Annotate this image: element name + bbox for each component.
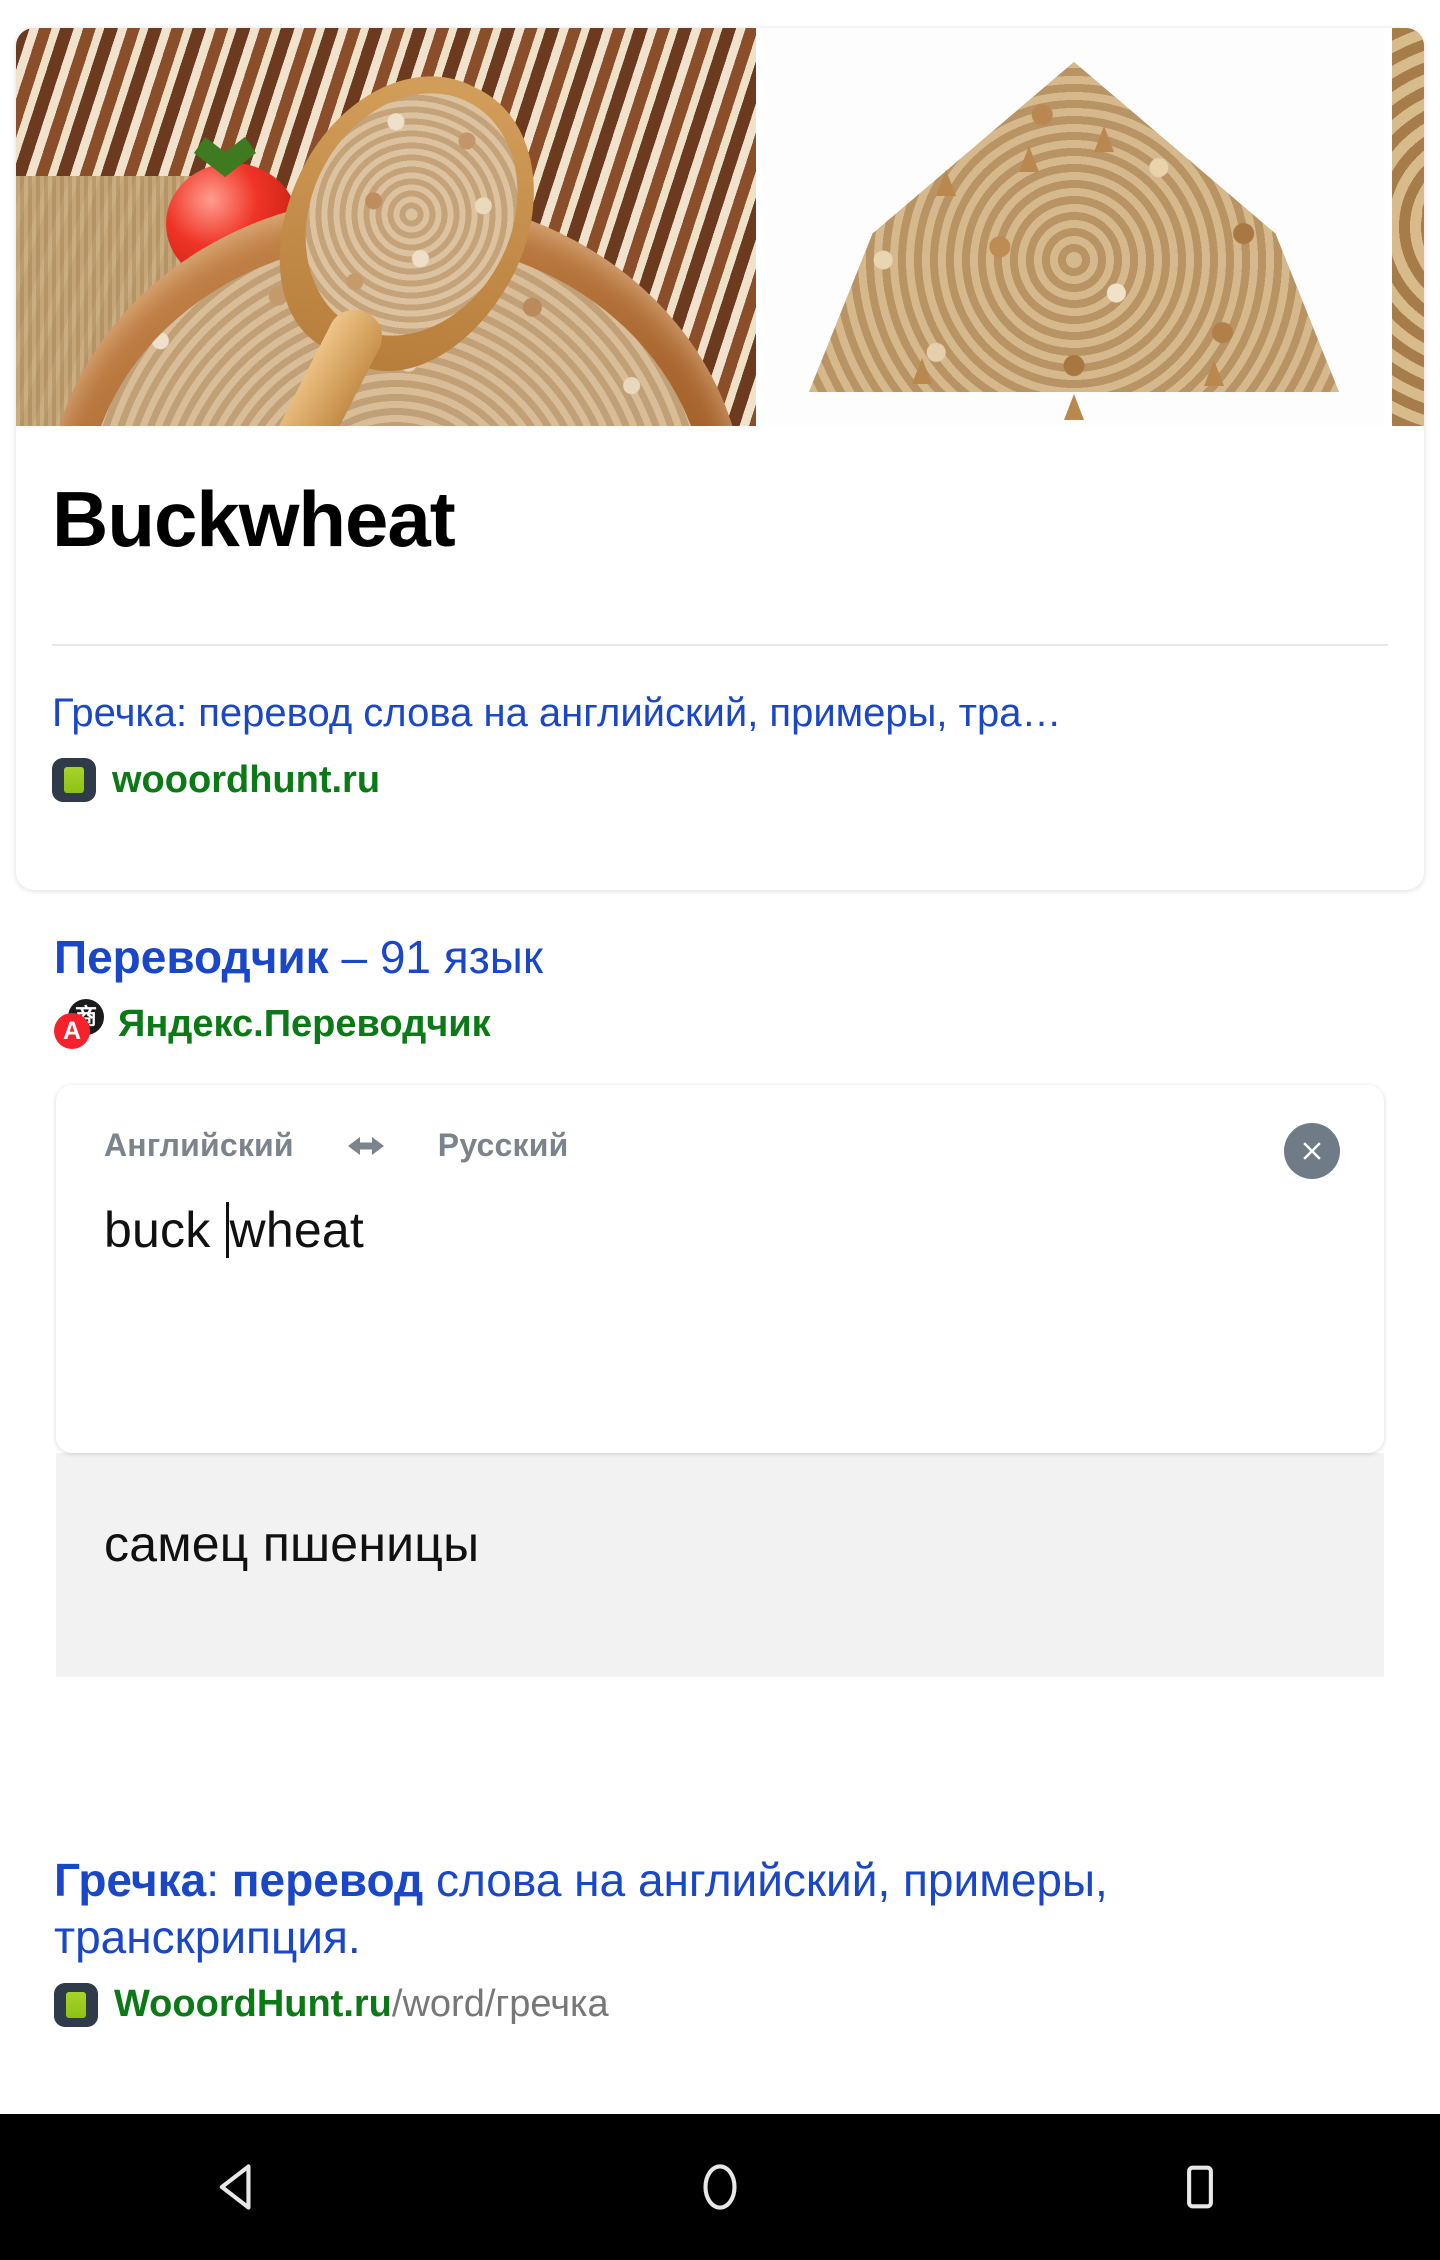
entity-sitename[interactable]: wooordhunt.ru — [112, 761, 380, 799]
organic-sitename-host: WooordHunt.ru — [114, 1983, 392, 2026]
entity-card[interactable]: Buckwheat Гречка: перевод слова на англи… — [16, 28, 1424, 890]
entity-card-link-block[interactable]: Гречка: перевод слова на английский, при… — [16, 646, 1424, 803]
yandex-favicon-glyph-red: A — [54, 1013, 90, 1050]
swap-languages-icon[interactable] — [334, 1131, 398, 1161]
buckwheat-grains-image — [1392, 28, 1424, 426]
clear-input-button[interactable] — [1284, 1123, 1340, 1180]
organic-title-sep: : — [206, 1854, 232, 1906]
wooordhunt-favicon-icon — [52, 758, 96, 803]
close-icon — [1303, 1142, 1321, 1160]
translator-section: Переводчик – 91 язык 商 A Яндекс.Переводч… — [0, 930, 1440, 1678]
entity-card-body: Buckwheat — [16, 426, 1424, 646]
translator-heading-bold[interactable]: Переводчик — [54, 931, 329, 983]
language-bar: Английский Русский — [56, 1085, 1384, 1164]
translator-output[interactable]: самец пшеницы — [56, 1453, 1384, 1678]
favicon-inner-shape — [66, 1991, 86, 2018]
page-title: Buckwheat — [52, 475, 456, 563]
buckwheat-bowl-image — [16, 28, 756, 426]
image-thumbnail-3[interactable] — [1392, 28, 1424, 426]
organic-result-title[interactable]: Гречка: перевод слова на английский, при… — [54, 1852, 1386, 1966]
translator-source-name[interactable]: Яндекс.Переводчик — [118, 1005, 491, 1043]
image-strip[interactable] — [16, 28, 1424, 426]
back-triangle-icon — [219, 2164, 251, 2210]
translator-heading-rest: – 91 язык — [328, 931, 543, 983]
translator-input[interactable]: buck wheat — [56, 1164, 1384, 1259]
entity-sitename-row[interactable]: wooordhunt.ru — [52, 758, 1388, 803]
translator-input-text-before-caret: buck — [104, 1202, 225, 1259]
translator-source-row[interactable]: 商 A Яндекс.Переводчик — [0, 985, 1440, 1050]
organic-title-query-2: перевод — [231, 1854, 424, 1906]
nav-back-button[interactable] — [165, 2114, 315, 2260]
entity-result-title[interactable]: Гречка: перевод слова на английский, при… — [52, 688, 1388, 738]
nav-recents-button[interactable] — [1125, 2114, 1275, 2260]
image-thumbnail-2[interactable] — [764, 28, 1384, 426]
source-language-selector[interactable]: Английский — [104, 1127, 294, 1164]
organic-title-query-1: Гречка — [54, 1854, 207, 1906]
wooordhunt-favicon-icon — [54, 1982, 98, 2027]
yandex-translate-favicon-icon: 商 A — [54, 999, 104, 1050]
buckwheat-pile-image — [764, 28, 1384, 426]
nav-home-button[interactable] — [645, 2114, 795, 2260]
image-thumbnail-1[interactable] — [16, 28, 756, 426]
home-circle-icon — [703, 2164, 737, 2210]
translator-heading[interactable]: Переводчик – 91 язык — [0, 930, 1440, 985]
recents-square-icon — [1187, 2165, 1213, 2209]
favicon-inner-shape — [64, 767, 84, 794]
text-cursor — [225, 1202, 229, 1259]
search-results-screen: Buckwheat Гречка: перевод слова на англи… — [0, 0, 1440, 2260]
organic-sitename[interactable]: WooordHunt.ru/word/гречка — [114, 1982, 609, 2028]
translator-input-text-after-caret: wheat — [229, 1202, 364, 1259]
organic-sitename-path: /word/гречка — [391, 1983, 609, 2026]
translator-widget[interactable]: Английский Русский buck wheat — [56, 1085, 1384, 1454]
android-navigation-bar — [0, 2114, 1440, 2260]
stray-grain — [1064, 394, 1084, 420]
organic-result[interactable]: Гречка: перевод слова на английский, при… — [0, 1852, 1440, 2028]
organic-sitename-row[interactable]: WooordHunt.ru/word/гречка — [54, 1982, 1386, 2028]
groats-mound — [809, 62, 1339, 392]
target-language-selector[interactable]: Русский — [438, 1127, 569, 1164]
